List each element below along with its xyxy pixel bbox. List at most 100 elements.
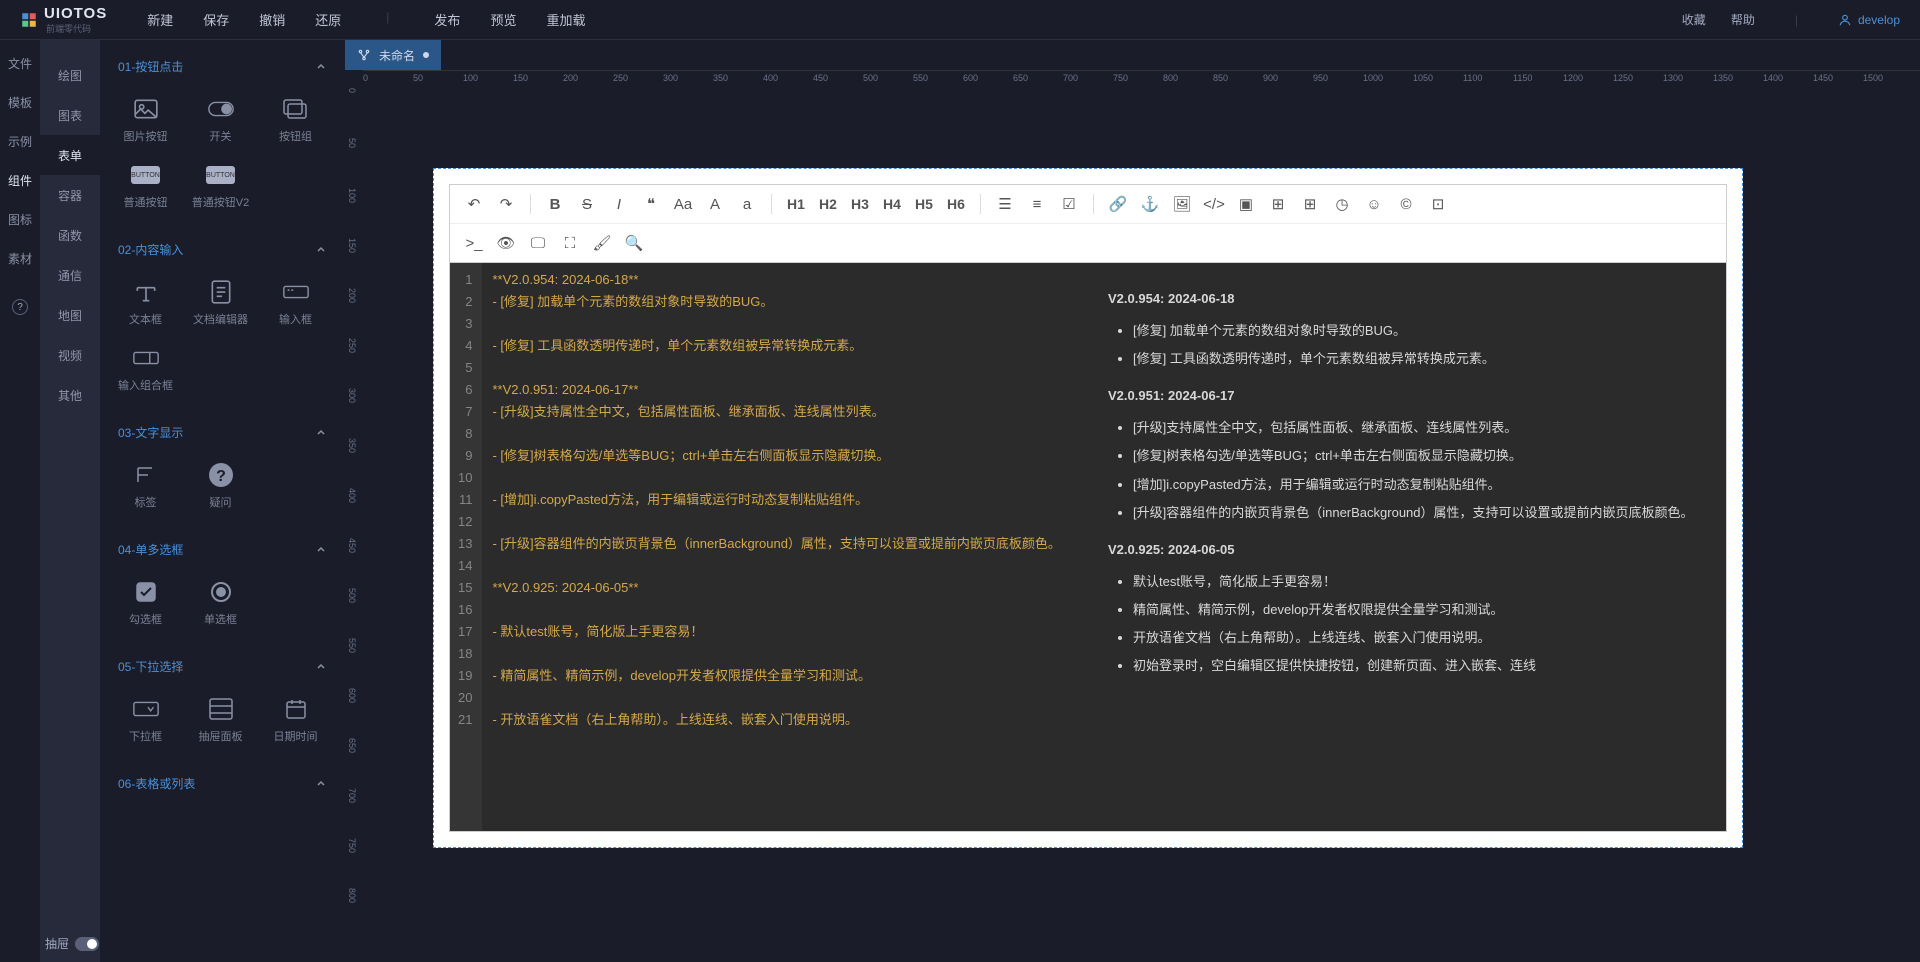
toolbar-expand-button[interactable]: ⛶ — [556, 230, 584, 256]
toolbar-emoji-button[interactable]: ☺ — [1360, 191, 1388, 217]
code-line[interactable] — [492, 467, 1078, 489]
component-item[interactable]: 图片按钮 — [108, 88, 183, 154]
component-item[interactable]: 单选框 — [183, 571, 258, 637]
toolbar-table-button[interactable]: ⊞ — [1296, 191, 1324, 217]
toolbar-eye-off-button[interactable]: 👁 — [492, 230, 520, 256]
toolbar-redo-button[interactable]: ↷ — [492, 191, 520, 217]
toggle-switch-icon[interactable] — [75, 937, 99, 951]
rail-template[interactable]: 模板 — [8, 94, 32, 111]
code-line[interactable] — [492, 599, 1078, 621]
code-line[interactable]: **V2.0.925: 2024-06-05** — [492, 577, 1078, 599]
toolbar-quote-button[interactable]: ❝ — [637, 191, 665, 217]
toolbar-img-button[interactable]: 🖼 — [1168, 191, 1196, 217]
menu-save[interactable]: 保存 — [203, 10, 229, 29]
toolbar-monitor-button[interactable]: 🖵 — [524, 230, 552, 256]
rail-component[interactable]: 组件 — [8, 172, 32, 189]
menu-new[interactable]: 新建 — [147, 10, 173, 29]
code-line[interactable]: - 精简属性、精简示例，develop开发者权限提供全量学习和测试。 — [492, 665, 1078, 687]
toolbar-group-button[interactable]: ▣ — [1232, 191, 1260, 217]
tab-unnamed[interactable]: 未命名 — [345, 40, 441, 70]
code-line[interactable]: **V2.0.954: 2024-06-18** — [492, 269, 1078, 291]
code-line[interactable] — [492, 511, 1078, 533]
cat-chart[interactable]: 图表 — [40, 95, 100, 135]
toolbar-b-button[interactable]: B — [541, 191, 569, 217]
toolbar-ul-button[interactable]: ☰ — [991, 191, 1019, 217]
toolbar-anchor-button[interactable]: ⚓ — [1136, 191, 1164, 217]
section-header[interactable]: 06-表格或列表 — [108, 767, 337, 800]
favorite-link[interactable]: 收藏 — [1682, 11, 1706, 28]
section-header[interactable]: 01-按钮点击 — [108, 50, 337, 83]
component-item[interactable]: 输入组合框 — [108, 337, 183, 403]
code-line[interactable]: - [升级]支持属性全中文，包括属性面板、继承面板、连线属性列表。 — [492, 401, 1078, 423]
code-line[interactable] — [492, 643, 1078, 665]
toolbar-h4-button[interactable]: H4 — [878, 191, 906, 217]
rail-file[interactable]: 文件 — [8, 55, 32, 72]
section-header[interactable]: 02-内容输入 — [108, 233, 337, 266]
user-menu[interactable]: develop — [1838, 13, 1900, 27]
code-line[interactable]: - [修复] 工具函数透明传递时，单个元素数组被异常转换成元素。 — [492, 335, 1078, 357]
rail-icon[interactable]: 图标 — [8, 211, 32, 228]
code-line[interactable]: **V2.0.951: 2024-06-17** — [492, 379, 1078, 401]
component-item[interactable]: 标签 — [108, 454, 183, 520]
cat-draw[interactable]: 绘图 — [40, 55, 100, 95]
cat-container[interactable]: 容器 — [40, 175, 100, 215]
cat-other[interactable]: 其他 — [40, 375, 100, 415]
code-line[interactable]: - 开放语雀文档（右上角帮助）。上线连线、嵌套入门使用说明。 — [492, 709, 1078, 731]
toolbar-search-button[interactable]: 🔍 — [620, 230, 648, 256]
menu-undo[interactable]: 撤销 — [259, 10, 285, 29]
toolbar-clock-button[interactable]: ◷ — [1328, 191, 1356, 217]
code-line[interactable]: - [增加]i.copyPasted方法，用于编辑或运行时动态复制粘贴组件。 — [492, 489, 1078, 511]
section-header[interactable]: 04-单多选框 — [108, 533, 337, 566]
component-item[interactable]: BUTTON普通按钮V2 — [183, 154, 258, 220]
rail-media[interactable]: 素材 — [8, 250, 32, 267]
component-item[interactable]: 按钮组 — [258, 88, 333, 154]
logo[interactable]: UIOTOS 前端零代码 — [20, 5, 107, 35]
component-item[interactable]: 日期时间 — [258, 688, 333, 754]
component-item[interactable]: 勾选框 — [108, 571, 183, 637]
code-line[interactable]: - [修复]树表格勾选/单选等BUG；ctrl+单击左右侧面板显示隐藏切换。 — [492, 445, 1078, 467]
code-line[interactable]: - [升级]容器组件的内嵌页背景色（innerBackground）属性，支持可… — [492, 533, 1078, 555]
toolbar-brush-button[interactable]: 🖌 — [588, 230, 616, 256]
toolbar-a-button[interactable]: A — [701, 191, 729, 217]
code-line[interactable] — [492, 555, 1078, 577]
menu-preview[interactable]: 预览 — [490, 10, 516, 29]
toolbar-copyright-button[interactable]: © — [1392, 191, 1420, 217]
toolbar-link-button[interactable]: 🔗 — [1104, 191, 1132, 217]
cat-form[interactable]: 表单 — [40, 135, 100, 175]
help-icon[interactable]: ? — [12, 299, 28, 315]
code-text[interactable]: **V2.0.954: 2024-06-18**- [修复] 加载单个元素的数组… — [482, 263, 1088, 831]
toolbar-checklist-button[interactable]: ☑ — [1055, 191, 1083, 217]
canvas-content[interactable]: ↶↷BSI❝AaAaH1H2H3H4H5H6☰≡☑🔗⚓🖼</>▣⊞⊞◷☺©⊡ >… — [363, 88, 1920, 962]
code-line[interactable]: - [修复] 加载单个元素的数组对象时导致的BUG。 — [492, 291, 1078, 313]
toolbar-undo-button[interactable]: ↶ — [460, 191, 488, 217]
cat-map[interactable]: 地图 — [40, 295, 100, 335]
component-item[interactable]: 下拉框 — [108, 688, 183, 754]
menu-publish[interactable]: 发布 — [434, 10, 460, 29]
help-link[interactable]: 帮助 — [1731, 11, 1755, 28]
section-header[interactable]: 03-文字显示 — [108, 416, 337, 449]
code-line[interactable] — [492, 357, 1078, 379]
toolbar-ol-button[interactable]: ≡ — [1023, 191, 1051, 217]
toolbar-aa-button[interactable]: Aa — [669, 191, 697, 217]
toolbar-h3-button[interactable]: H3 — [846, 191, 874, 217]
toolbar-layout-button[interactable]: ⊞ — [1264, 191, 1292, 217]
component-item[interactable]: 文本框 — [108, 271, 183, 337]
cat-video[interactable]: 视频 — [40, 335, 100, 375]
component-item[interactable]: 开关 — [183, 88, 258, 154]
toolbar-i-button[interactable]: I — [605, 191, 633, 217]
rail-example[interactable]: 示例 — [8, 133, 32, 150]
drawer-toggle[interactable]: 抽屉 — [45, 935, 99, 952]
code-line[interactable] — [492, 687, 1078, 709]
markdown-editor-widget[interactable]: ↶↷BSI❝AaAaH1H2H3H4H5H6☰≡☑🔗⚓🖼</>▣⊞⊞◷☺©⊡ >… — [433, 168, 1743, 848]
component-item[interactable]: 抽屉面板 — [183, 688, 258, 754]
toolbar-terminal-button[interactable]: >_ — [460, 230, 488, 256]
component-item[interactable]: BUTTON普通按钮 — [108, 154, 183, 220]
menu-reload[interactable]: 重加载 — [546, 10, 585, 29]
code-line[interactable] — [492, 423, 1078, 445]
cat-function[interactable]: 函数 — [40, 215, 100, 255]
component-item[interactable]: 输入框 — [258, 271, 333, 337]
component-item[interactable]: ?疑问 — [183, 454, 258, 520]
section-header[interactable]: 05-下拉选择 — [108, 650, 337, 683]
toolbar-h1-button[interactable]: H1 — [782, 191, 810, 217]
component-item[interactable]: 文档编辑器 — [183, 271, 258, 337]
